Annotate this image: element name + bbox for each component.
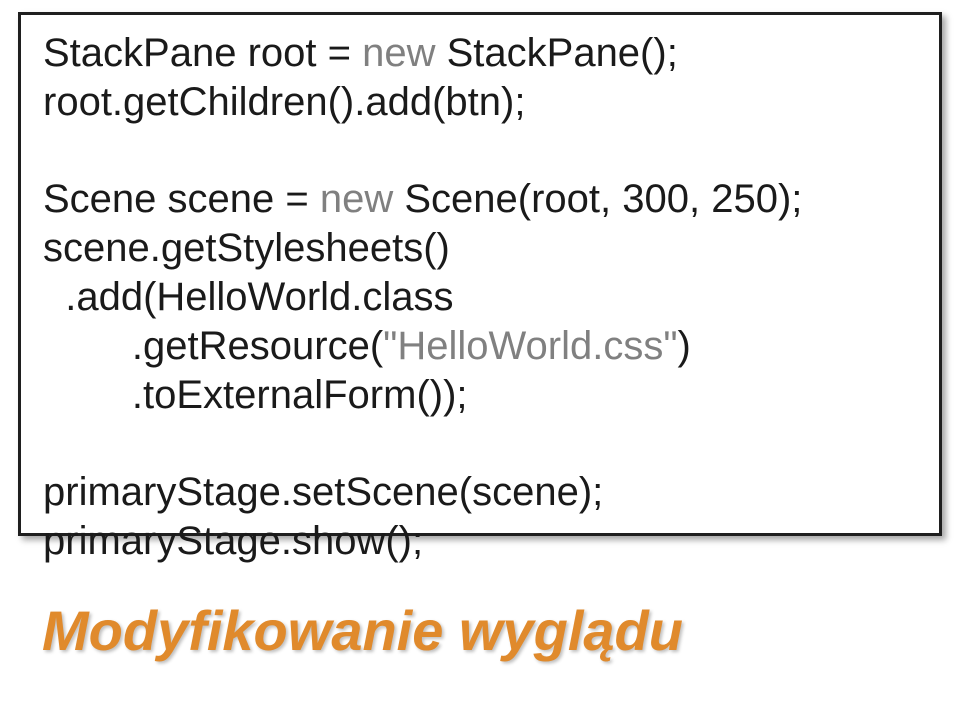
code-line-2: root.getChildren().add(btn); [43,80,525,124]
code-line-4: scene.getStylesheets() [43,226,450,270]
code-line-1a: StackPane root = [43,31,362,75]
code-line-3c: Scene(root, 300, 250); [393,177,802,221]
code-block-container: StackPane root = new StackPane(); root.g… [18,12,942,536]
code-block: StackPane root = new StackPane(); root.g… [43,29,917,566]
code-line-3a: Scene scene = [43,177,320,221]
code-line-6a: .getResource( [43,324,383,368]
code-line-5: .add(HelloWorld.class [43,275,454,319]
code-string-literal: "HelloWorld.css" [383,324,677,368]
code-line-1c: StackPane(); [435,31,677,75]
code-line-6c: ) [678,324,691,368]
code-line-7: .toExternalForm()); [43,373,468,417]
code-line-9: primaryStage.show(); [43,519,423,563]
slide-heading: Modyfikowanie wyglądu [42,598,683,663]
code-keyword-new-1: new [362,31,435,75]
code-keyword-new-2: new [320,177,393,221]
code-line-8: primaryStage.setScene(scene); [43,470,603,514]
